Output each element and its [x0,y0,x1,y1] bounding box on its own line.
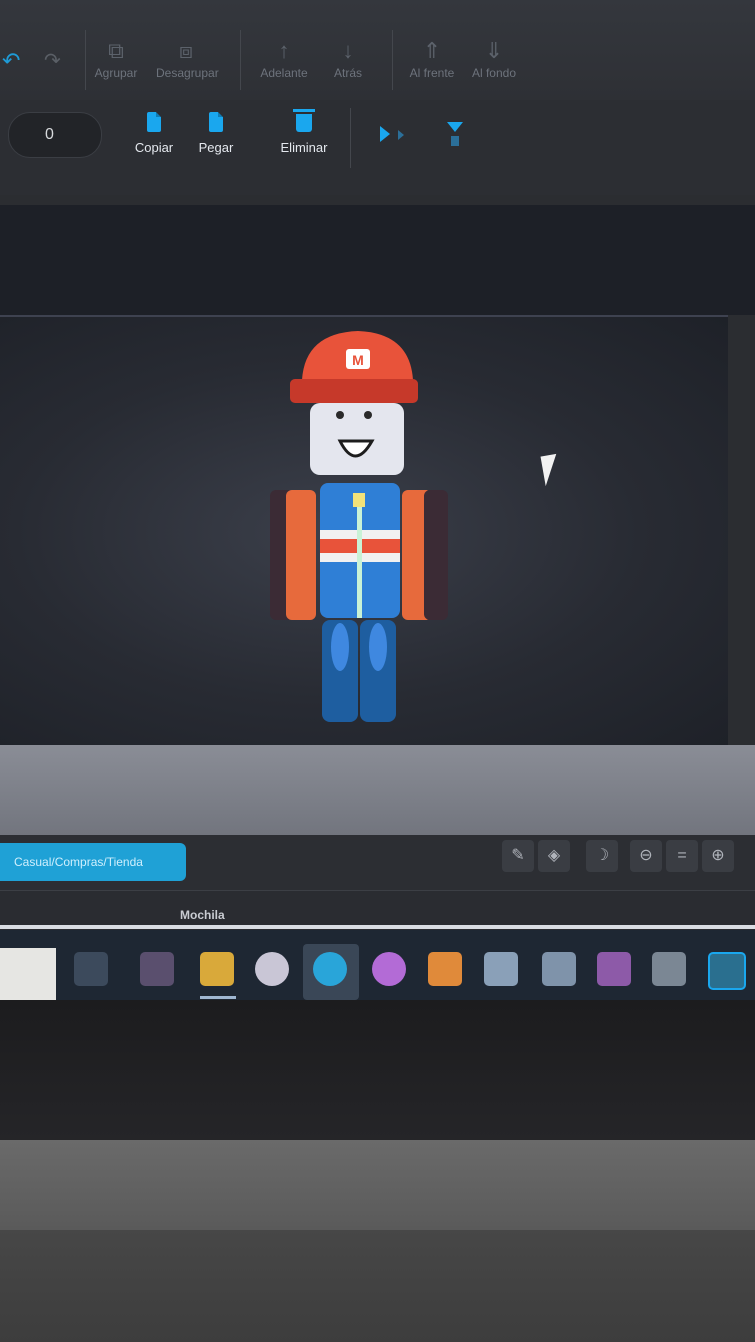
undo-icon[interactable]: ↶ [2,48,20,74]
import-icon[interactable] [447,122,463,132]
paint-app-icon[interactable] [255,952,289,986]
viewport-header-area [0,205,755,315]
paste-button[interactable]: Pegar [186,108,246,155]
right-knee [369,623,387,671]
media-player-icon[interactable] [428,952,462,986]
file-explorer-icon[interactable] [200,952,234,986]
send-backward-label: Atrás [333,66,362,80]
zipper [357,500,362,618]
send-backward-button[interactable]: ↓ Atrás [318,36,378,80]
paint3d-icon[interactable] [372,952,406,986]
zoom-reset-icon[interactable]: = [666,840,698,872]
cap-logo-text: M [352,352,364,368]
double-arrow-down-icon: ⇓ [484,38,504,63]
desk-surface [0,1140,755,1230]
arrow-down-icon: ↓ [342,38,354,63]
redo-icon[interactable]: ↷ [44,48,61,73]
left-knee [331,623,349,671]
ungroup-icon: ⧈ [179,38,193,63]
right-eye [364,411,372,419]
paste-icon [209,112,223,132]
monitor-screen: ↶ ↷ ⧉ Agrupar ⧈ Desagrupar ↑ Adelante ↓ … [0,0,755,1000]
delete-label: Eliminar [280,140,328,155]
left-eye [336,411,344,419]
taskbar-running-indicator [200,996,236,999]
tab-strip-divider [0,925,755,929]
arrow-up-icon: ↑ [278,38,290,63]
tab-backpack[interactable]: Mochila [180,908,225,922]
send-to-back-button[interactable]: ⇓ Al fondo [464,36,524,80]
copy-button[interactable]: Copiar [124,108,184,155]
delete-icon [293,109,315,132]
bring-to-front-button[interactable]: ⇑ Al frente [402,36,462,80]
cap-brim [290,379,418,403]
ribbon-second-row [0,100,755,195]
play-icon[interactable] [380,126,390,142]
zoom-in-icon[interactable]: ⊕ [702,840,734,872]
delete-button[interactable]: Eliminar [274,108,334,155]
copy-label: Copiar [134,140,174,155]
head [310,403,404,475]
paint-icon[interactable]: ✎ [502,840,534,872]
ribbon-separator [392,30,393,90]
ribbon-separator [350,108,351,168]
left-arm [286,490,316,620]
zipper-pull [353,493,365,507]
taskbar-search-box[interactable] [0,948,56,1000]
monitor-bezel [0,1000,755,1140]
photo-app-icon[interactable] [597,952,631,986]
edge-browser-icon[interactable] [313,952,347,986]
group-icon: ⧉ [108,38,124,63]
ungroup-button[interactable]: ⧈ Desagrupar [156,36,219,80]
paste-label: Pegar [198,140,234,155]
zoom-out-icon[interactable]: ⊖ [630,840,662,872]
desk-edge [0,1230,755,1342]
double-arrow-up-icon: ⇑ [422,38,442,63]
copy-icon [147,112,161,132]
bring-forward-label: Adelante [260,66,308,80]
right-arm-shadow [424,490,448,620]
bring-forward-button[interactable]: ↑ Adelante [254,36,314,80]
text-app-icon[interactable] [484,952,518,986]
play-dropdown-icon[interactable] [398,130,404,140]
bring-to-front-label: Al frente [409,66,455,80]
avatar-character[interactable]: M [260,325,460,735]
night-mode-icon[interactable]: ☽ [586,840,618,872]
notes-app-icon[interactable] [652,952,686,986]
font-app-icon[interactable] [542,952,576,986]
viewport-floor [0,745,755,835]
category-toggle[interactable]: Casual/Compras/Tienda [0,843,186,881]
task-view-icon[interactable] [74,952,108,986]
send-to-back-label: Al fondo [471,66,517,80]
app-icon[interactable] [140,952,174,986]
number-field[interactable]: 0 [8,112,102,158]
ungroup-label: Desagrupar [156,66,219,80]
group-button[interactable]: ⧉ Agrupar [86,36,146,80]
ribbon-separator [240,30,241,90]
body-icon[interactable]: ◈ [538,840,570,872]
group-label: Agrupar [94,66,138,80]
import-base-icon [451,136,459,146]
roblox-studio-icon[interactable] [708,952,746,990]
